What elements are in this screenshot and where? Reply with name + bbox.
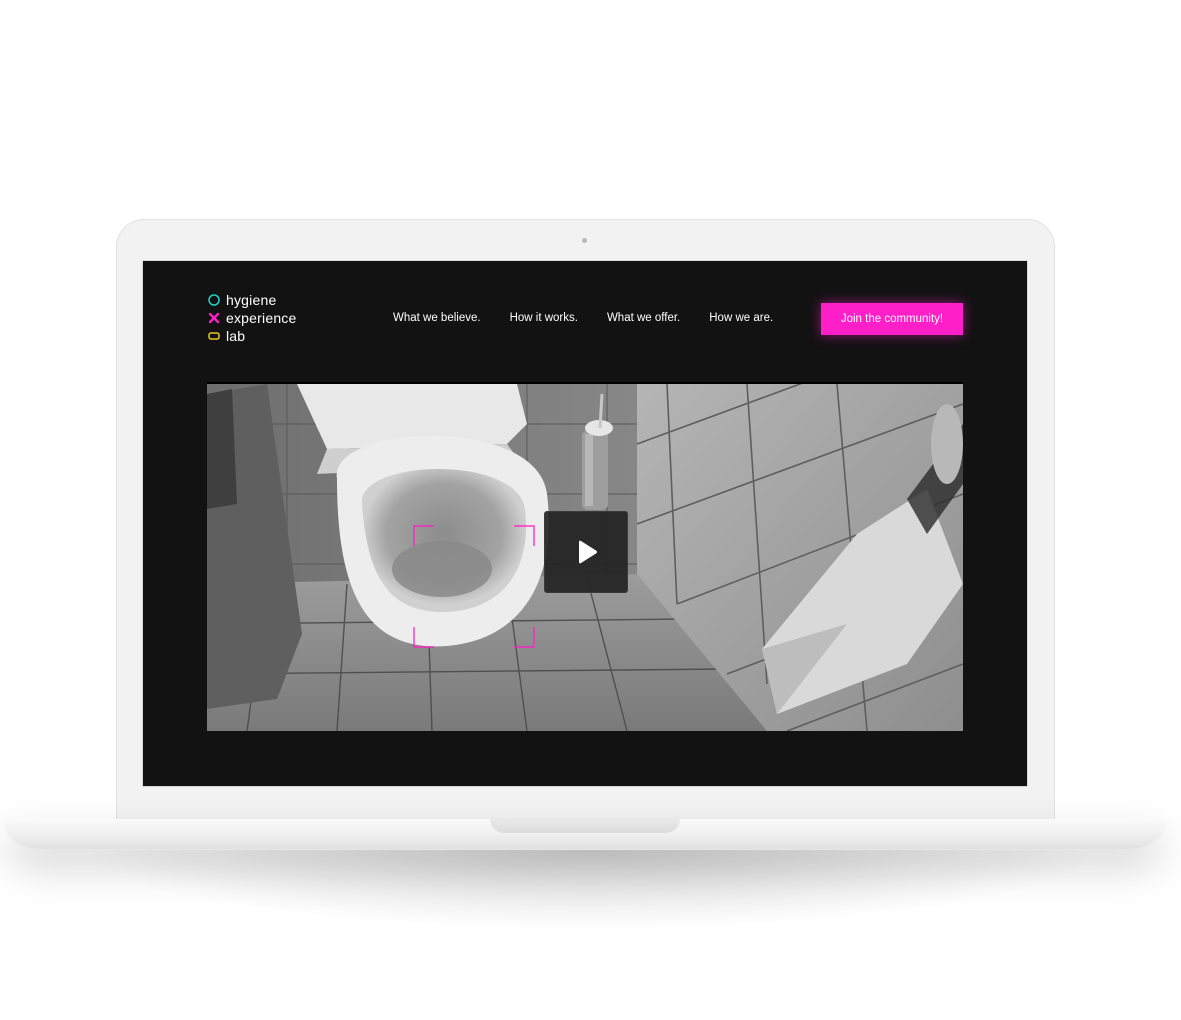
camera-dot [582, 238, 587, 243]
video-player[interactable] [207, 382, 963, 731]
site-logo[interactable]: hygiene experience lab [207, 291, 327, 345]
circle-icon [207, 293, 221, 307]
play-icon [579, 540, 597, 564]
logo-row-hygiene: hygiene [207, 291, 327, 309]
laptop-screen: hygiene experience lab What we believe. … [142, 260, 1028, 787]
cross-icon [207, 311, 221, 325]
laptop-mockup: hygiene experience lab What we believe. … [0, 0, 1181, 1020]
nav-how-it-works[interactable]: How it works. [510, 312, 578, 324]
laptop-notch [490, 819, 680, 833]
join-community-button[interactable]: Join the community! [821, 303, 963, 335]
rounded-rect-icon [207, 329, 221, 343]
logo-text-experience: experience [226, 310, 297, 326]
laptop-shadow [80, 850, 1100, 930]
nav-how-we-are[interactable]: How we are. [709, 312, 773, 324]
nav-what-we-believe[interactable]: What we believe. [393, 312, 481, 324]
logo-text-hygiene: hygiene [226, 292, 277, 308]
play-button[interactable] [544, 511, 628, 593]
logo-row-experience: experience [207, 309, 327, 327]
nav-what-we-offer[interactable]: What we offer. [607, 312, 680, 324]
main-nav: What we believe. How it works. What we o… [393, 312, 802, 324]
logo-row-lab: lab [207, 327, 327, 345]
logo-text-lab: lab [226, 328, 246, 344]
